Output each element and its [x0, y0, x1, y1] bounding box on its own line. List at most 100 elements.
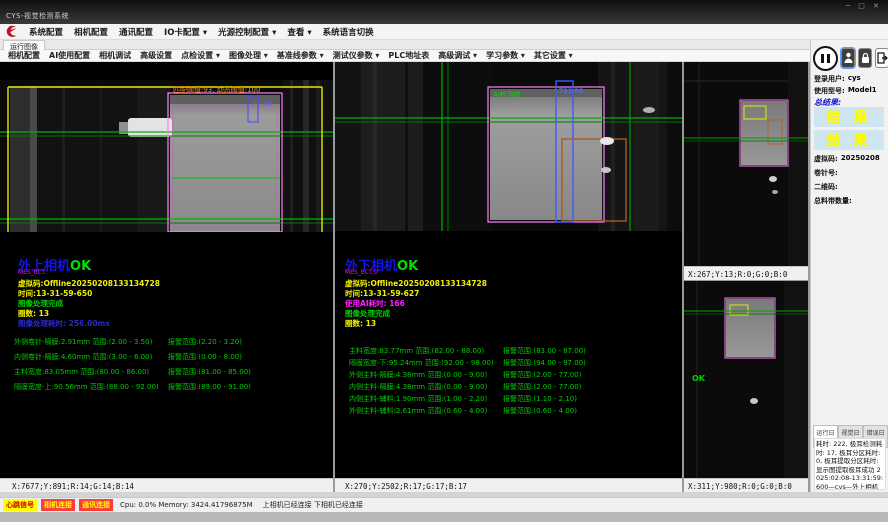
- camera1-coords-bar: X:7677;Y:891;R:14;G:14;B:14: [0, 478, 333, 492]
- menu-comm-config[interactable]: 通讯配置: [119, 26, 153, 38]
- result-box-2: 结 果: [814, 130, 884, 150]
- alarm-range: 报警范围:(1.10 - 2.10): [503, 394, 577, 404]
- camera3-image[interactable]: [684, 62, 808, 266]
- right-sidebar: 登录用户: cys 使用型号: Model1 总结果: 结 果 结 果 虚拟码:…: [810, 40, 888, 492]
- camera2-status: OK: [397, 259, 418, 274]
- menu-camera-config[interactable]: 相机配置: [74, 26, 108, 38]
- measurement-value: 内侧主料-辅料:1.90mm 范围:(1.00 - 2.20): [349, 394, 487, 404]
- camera2-highlight-spot: [600, 137, 614, 145]
- alarm-range: 报警范围:(83.00 - 87.00): [503, 346, 586, 356]
- camera1-image[interactable]: 匹配阈值:93, 动态阈值:100 P2.88: [0, 80, 333, 232]
- pause-button[interactable]: [813, 46, 838, 71]
- user-icon: [844, 52, 853, 64]
- tool-advanced-debug[interactable]: 高级调试 ▾: [438, 50, 477, 61]
- menu-system-config[interactable]: 系统配置: [29, 26, 63, 38]
- main-area: 匹配阈值:93, 动态阈值:100 P2.88 外上相机OK MES_BCT: …: [0, 62, 888, 492]
- user-button[interactable]: [841, 48, 855, 68]
- alarm-range: 报警范围:(94.00 - 97.00): [503, 358, 586, 368]
- measurement-value: 隔膜宽度-上:90.56mm 范围:(88.00 - 92.00): [14, 382, 159, 392]
- tool-camera-config[interactable]: 相机配置: [8, 50, 40, 61]
- measurement-row: 内侧主料-辅料:1.90mm 范围:(1.00 - 2.20) 报警范围:(1.…: [335, 394, 682, 406]
- measurement-row: 隔膜宽度-上:90.56mm 范围:(88.00 - 92.00) 报警范围:(…: [0, 382, 333, 397]
- camera2-part-surface: [490, 89, 602, 220]
- model-row: 使用型号: Model1: [814, 86, 886, 96]
- menu-language[interactable]: 系统语言切换: [323, 26, 374, 38]
- measurement-value: 外侧主料-隔膜:4.38mm 范围:(0.00 - 9.00): [349, 370, 487, 380]
- tool-plc-address[interactable]: PLC地址表: [388, 50, 429, 61]
- camera1-part-surface: [170, 95, 280, 232]
- menu-io-config[interactable]: IO卡配置 ▾: [164, 26, 207, 38]
- virtual-code-row: 虚拟码: 20250208: [814, 154, 886, 164]
- measurement-row: 外侧主料-辅料:2.61mm 范围:(0.60 - 4.00) 报警范围:(0.…: [335, 406, 682, 418]
- alarm-range: 报警范围:(0.00 - 8.00): [168, 352, 242, 362]
- menu-view[interactable]: 查看 ▾: [287, 26, 311, 38]
- tool-tester-params[interactable]: 测试仪参数 ▾: [333, 50, 380, 61]
- measurement-value: 主料宽度:83.77mm 范围:(82.00 - 88.00): [349, 346, 484, 356]
- login-user-row: 登录用户: cys: [814, 74, 886, 84]
- tool-image-processing[interactable]: 图像处理 ▾: [229, 50, 268, 61]
- measurement-value: 外侧主料-辅料:2.61mm 范围:(0.60 - 4.00): [349, 406, 487, 416]
- tape-count-label: 总料带数量:: [814, 196, 852, 206]
- camera4-panel[interactable]: OK X:311;Y:980;R:0;G:0;B:0: [684, 281, 808, 492]
- app-window: CYS-视觉检测系统 ─ □ ✕ 系统配置 相机配置 通讯配置 IO卡配置 ▾ …: [0, 0, 888, 512]
- camera2-image[interactable]: AI检测框 T23.88: [335, 62, 682, 231]
- camera1-status: OK: [70, 259, 91, 274]
- camera3-coords-bar: X:267;Y:13;R:0;G:0;B:0: [684, 266, 808, 280]
- camera4-image[interactable]: OK: [684, 281, 808, 478]
- camera2-panel[interactable]: AI检测框 T23.88 外下相机OK MES_BCT:0 虚拟码:Offlin…: [335, 62, 682, 492]
- camera4-coords-bar: X:311;Y:980;R:0;G:0;B:0: [684, 478, 808, 492]
- camera3-panel[interactable]: X:267;Y:13;R:0;G:0;B:0: [684, 62, 808, 280]
- desktop-strip: [0, 512, 888, 522]
- measurement-value: 隔膜宽度-下:95.24mm 范围:(92.00 - 98.00): [349, 358, 494, 368]
- tab-run-image[interactable]: 运行图像: [3, 40, 45, 50]
- model-label: 使用型号:: [814, 86, 845, 96]
- measurement-value: 主料宽度:83.05mm 范围:(80.00 - 86.00): [14, 367, 149, 377]
- tool-learning-params[interactable]: 学习参数 ▾: [486, 50, 525, 61]
- comm-connect-badge: 通讯连接: [79, 499, 113, 511]
- cpu-memory-text: Cpu: 0.0% Memory: 3424.41796875M: [120, 501, 253, 509]
- alarm-range: 报警范围:(81.00 - 85.00): [168, 367, 251, 377]
- qr-code-label: 二维码:: [814, 182, 838, 192]
- tape-count-row: 总料带数量:: [814, 196, 886, 206]
- measurement-value: 内侧卷针-隔膜:4.60mm 范围:(3.00 - 6.00): [14, 352, 152, 362]
- camera2-turns: 圈数: 13: [345, 318, 376, 329]
- lock-icon: [861, 52, 870, 64]
- tool-ai-config[interactable]: AI使用配置: [49, 50, 90, 61]
- camera-connection-text: 上相机已经连接 下相机已经连接: [263, 500, 363, 510]
- result-box-1: 结 果: [814, 107, 884, 127]
- tool-other-settings[interactable]: 其它设置 ▾: [534, 50, 573, 61]
- exit-button[interactable]: [875, 48, 888, 68]
- alarm-range: 报警范围:(0.60 - 4.00): [503, 406, 577, 416]
- measurement-row: 隔膜宽度-下:95.24mm 范围:(92.00 - 98.00) 报警范围:(…: [335, 358, 682, 370]
- alarm-range: 报警范围:(89.00 - 91.00): [168, 382, 251, 392]
- app-logo-icon: [4, 25, 18, 38]
- window-controls[interactable]: ─ □ ✕: [846, 2, 882, 10]
- camera1-panel[interactable]: 匹配阈值:93, 动态阈值:100 P2.88 外上相机OK MES_BCT: …: [0, 62, 333, 492]
- needle-number-label: 卷针号:: [814, 168, 838, 178]
- menu-light-config[interactable]: 光源控制配置 ▾: [218, 26, 276, 38]
- measurement-row: 主料宽度:83.77mm 范围:(82.00 - 88.00) 报警范围:(83…: [335, 346, 682, 358]
- window-title: CYS-视觉检测系统: [6, 11, 69, 21]
- alarm-range: 报警范围:(2.00 - 77.00): [503, 382, 581, 392]
- alarm-range: 报警范围:(2.00 - 77.00): [503, 370, 581, 380]
- measurement-value: 外侧卷针-隔膜:2.91mm 范围:(2.00 - 3.50): [14, 337, 152, 347]
- tool-spot-check[interactable]: 点检设置 ▾: [181, 50, 220, 61]
- measurement-value: 内侧主料-隔膜:4.38mm 范围:(0.00 - 9.00): [349, 382, 487, 392]
- camera2-t-overlay: T23.88: [558, 87, 583, 95]
- tool-baseline-params[interactable]: 基准线参数 ▾: [277, 50, 324, 61]
- measurement-row: 外侧卷针-隔膜:2.91mm 范围:(2.00 - 3.50) 报警范围:(2.…: [0, 337, 333, 352]
- camera3-highlight-spot: [769, 176, 777, 182]
- sidebar-buttons: [813, 44, 888, 72]
- camera1-measurements: 外侧卷针-隔膜:2.91mm 范围:(2.00 - 3.50) 报警范围:(2.…: [0, 337, 333, 397]
- login-user-label: 登录用户:: [814, 74, 845, 84]
- status-bar: 心跳信号 相机连接 通讯连接 Cpu: 0.0% Memory: 3424.41…: [0, 497, 888, 512]
- log-text[interactable]: 耗时: 222, 极耳检测耗时: 17, 极耳分区耗时: 0, 极耳提取分区耗时…: [814, 438, 886, 490]
- camera2-coords-bar: X:270;Y:2502;R:17;G:17;B:17: [335, 478, 682, 492]
- toolbar: 相机配置 AI使用配置 相机调试 高级设置 点检设置 ▾ 图像处理 ▾ 基准线参…: [0, 50, 888, 62]
- lock-button[interactable]: [858, 48, 872, 68]
- camera1-elapsed: 图像处理耗时: 256.00ms: [18, 318, 110, 329]
- menu-bar: 系统配置 相机配置 通讯配置 IO卡配置 ▾ 光源控制配置 ▾ 查看 ▾ 系统语…: [0, 24, 888, 40]
- tool-advanced-settings[interactable]: 高级设置: [140, 50, 172, 61]
- camera1-connector: [128, 118, 172, 137]
- tool-camera-debug[interactable]: 相机调试: [99, 50, 131, 61]
